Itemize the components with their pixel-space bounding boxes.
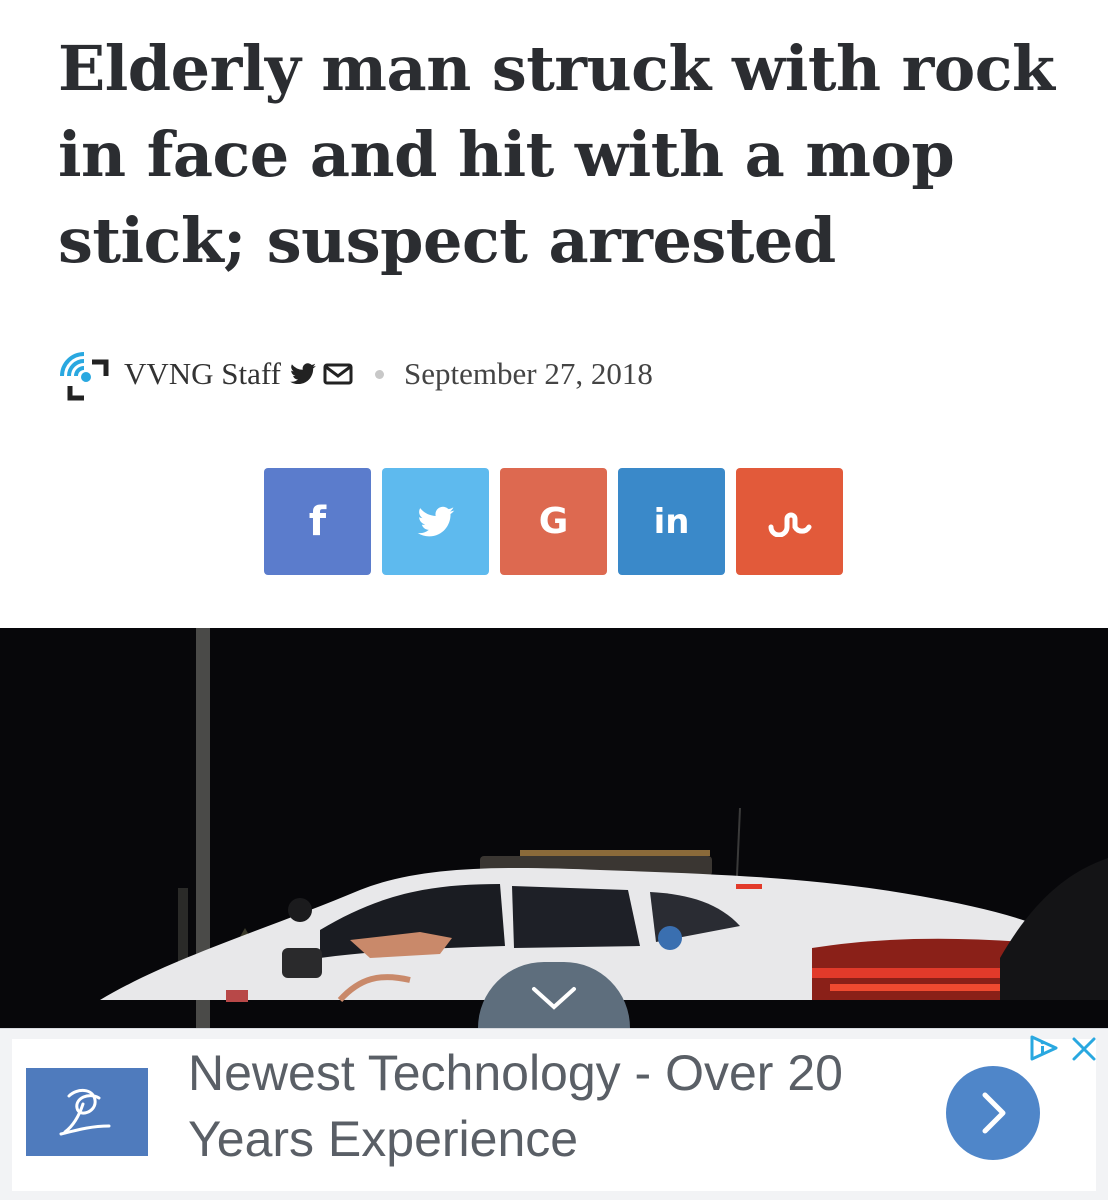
site-logo-icon[interactable]	[56, 346, 112, 402]
ad-brand-logo-icon	[59, 1089, 111, 1136]
share-twitter-button[interactable]	[382, 468, 489, 575]
author-link[interactable]: VVNG Staff	[124, 356, 281, 392]
ad-headline[interactable]: Newest Technology - Over 20 Years Experi…	[188, 1040, 908, 1172]
share-facebook-button[interactable]: f	[264, 468, 371, 575]
article-headline: Elderly man struck with rock in face and…	[58, 32, 1055, 277]
stumbleupon-icon	[768, 512, 811, 537]
close-icon[interactable]	[1070, 1036, 1098, 1062]
ad-cta-button[interactable]	[946, 1066, 1040, 1160]
byline-separator	[375, 369, 384, 379]
ad-logo[interactable]	[26, 1068, 148, 1156]
publish-date: September 27, 2018	[404, 356, 653, 391]
share-google-button[interactable]: G	[500, 468, 607, 575]
byline: VVNG Staff September 27, 2018	[56, 346, 653, 402]
mail-icon[interactable]	[323, 362, 353, 386]
chevron-down-icon	[532, 987, 576, 1010]
chevron-right-icon	[982, 1092, 1006, 1134]
linkedin-icon: in	[653, 501, 690, 542]
twitter-bird-icon	[417, 506, 454, 536]
google-icon: G	[538, 501, 569, 542]
share-linkedin-button[interactable]: in	[618, 468, 725, 575]
facebook-icon: f	[308, 498, 327, 545]
article-header: Elderly man struck with rock in face and…	[0, 0, 1108, 628]
share-buttons: f G in	[264, 468, 843, 575]
share-stumbleupon-button[interactable]	[736, 468, 843, 575]
twitter-icon[interactable]	[289, 360, 317, 388]
adchoices-icon[interactable]	[1028, 1034, 1060, 1062]
